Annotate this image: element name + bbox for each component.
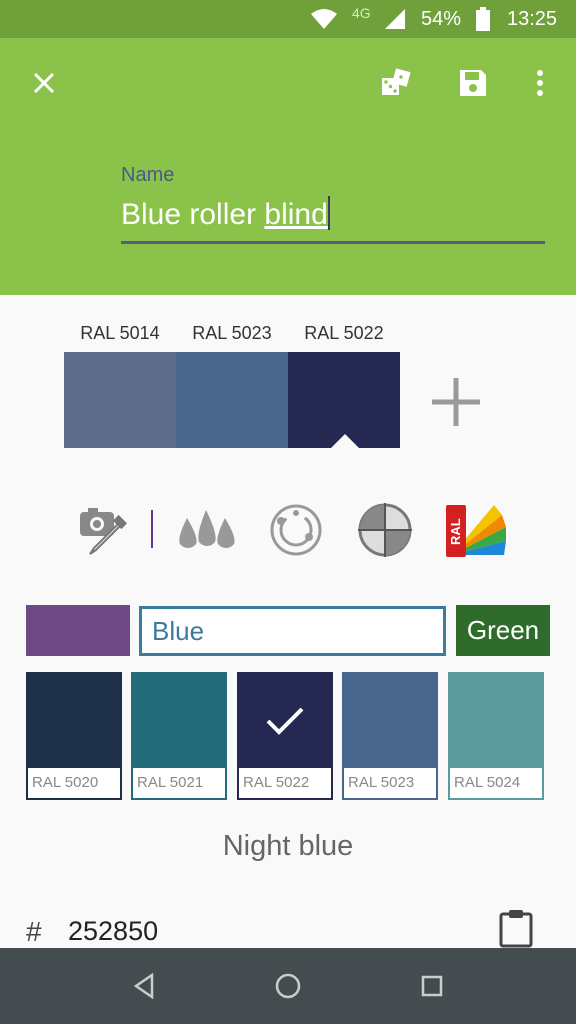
color-tile-swatch [450, 674, 542, 768]
signal-icon [384, 0, 406, 38]
home-icon[interactable] [264, 962, 312, 1010]
clipboard-icon[interactable] [498, 908, 534, 948]
color-tile-code: RAL 5022 [243, 774, 310, 791]
plus-icon [432, 378, 480, 426]
contrast-target-icon[interactable] [353, 498, 417, 562]
clock: 13:25 [507, 7, 558, 30]
more-vertical-icon[interactable] [516, 59, 564, 107]
color-filter-button[interactable]: Green [456, 605, 550, 656]
color-tile-code: RAL 5020 [32, 774, 99, 791]
color-tile-swatch [344, 674, 436, 768]
color-tile-code: RAL 5021 [137, 774, 204, 791]
color-tile[interactable]: RAL 5020 [26, 672, 122, 800]
navigation-bar [0, 948, 576, 1024]
color-search-input[interactable]: Blue [139, 606, 446, 656]
network-type: 4G [352, 5, 371, 21]
palette-swatch[interactable] [176, 352, 288, 448]
recents-icon[interactable] [408, 962, 456, 1010]
name-input[interactable]: Blue roller blind [121, 196, 545, 244]
color-tile[interactable]: RAL 5023 [342, 672, 438, 800]
swatch-label: RAL 5023 [192, 323, 272, 343]
back-icon[interactable] [120, 962, 168, 1010]
tool-divider [151, 510, 153, 548]
color-tile[interactable]: RAL 5024 [448, 672, 544, 800]
dice-icon[interactable] [372, 59, 420, 107]
save-icon[interactable] [449, 59, 497, 107]
color-tile[interactable]: RAL 5021 [131, 672, 227, 800]
current-color-swatch[interactable] [26, 605, 130, 656]
hex-value[interactable]: 252850 [68, 916, 158, 947]
color-wheel-icon[interactable] [264, 498, 328, 562]
wifi-icon [310, 0, 338, 38]
name-value-composing: blind [264, 198, 328, 231]
color-tile[interactable]: RAL 5022 [237, 672, 333, 800]
battery-percent: 54% [421, 7, 462, 30]
add-swatch-button[interactable] [426, 372, 486, 432]
text-caret [327, 196, 330, 230]
swatch-label: RAL 5022 [304, 323, 384, 343]
color-name: Night blue [222, 830, 354, 862]
check-icon [239, 674, 331, 768]
eyedropper-camera-icon[interactable] [72, 498, 136, 562]
color-tile-code: RAL 5023 [348, 774, 415, 791]
name-value: Blue roller [121, 198, 265, 231]
color-tile-code: RAL 5024 [454, 774, 521, 791]
status-bar: 4G 54% 13:25 [0, 0, 576, 38]
swatch-label: RAL 5014 [80, 323, 160, 343]
selected-swatch-indicator [331, 434, 359, 448]
hash-symbol: # [26, 916, 42, 947]
color-tile-swatch [28, 674, 120, 768]
color-tile-swatch [133, 674, 225, 768]
svg-text:RAL: RAL [448, 518, 463, 545]
search-query: Blue [152, 615, 205, 646]
drops-icon[interactable] [174, 498, 238, 562]
battery-icon [476, 0, 490, 38]
name-label: Name [121, 164, 175, 186]
close-icon[interactable] [20, 59, 68, 107]
ral-fan-icon[interactable]: RAL [442, 498, 506, 562]
palette-swatch[interactable] [64, 352, 176, 448]
